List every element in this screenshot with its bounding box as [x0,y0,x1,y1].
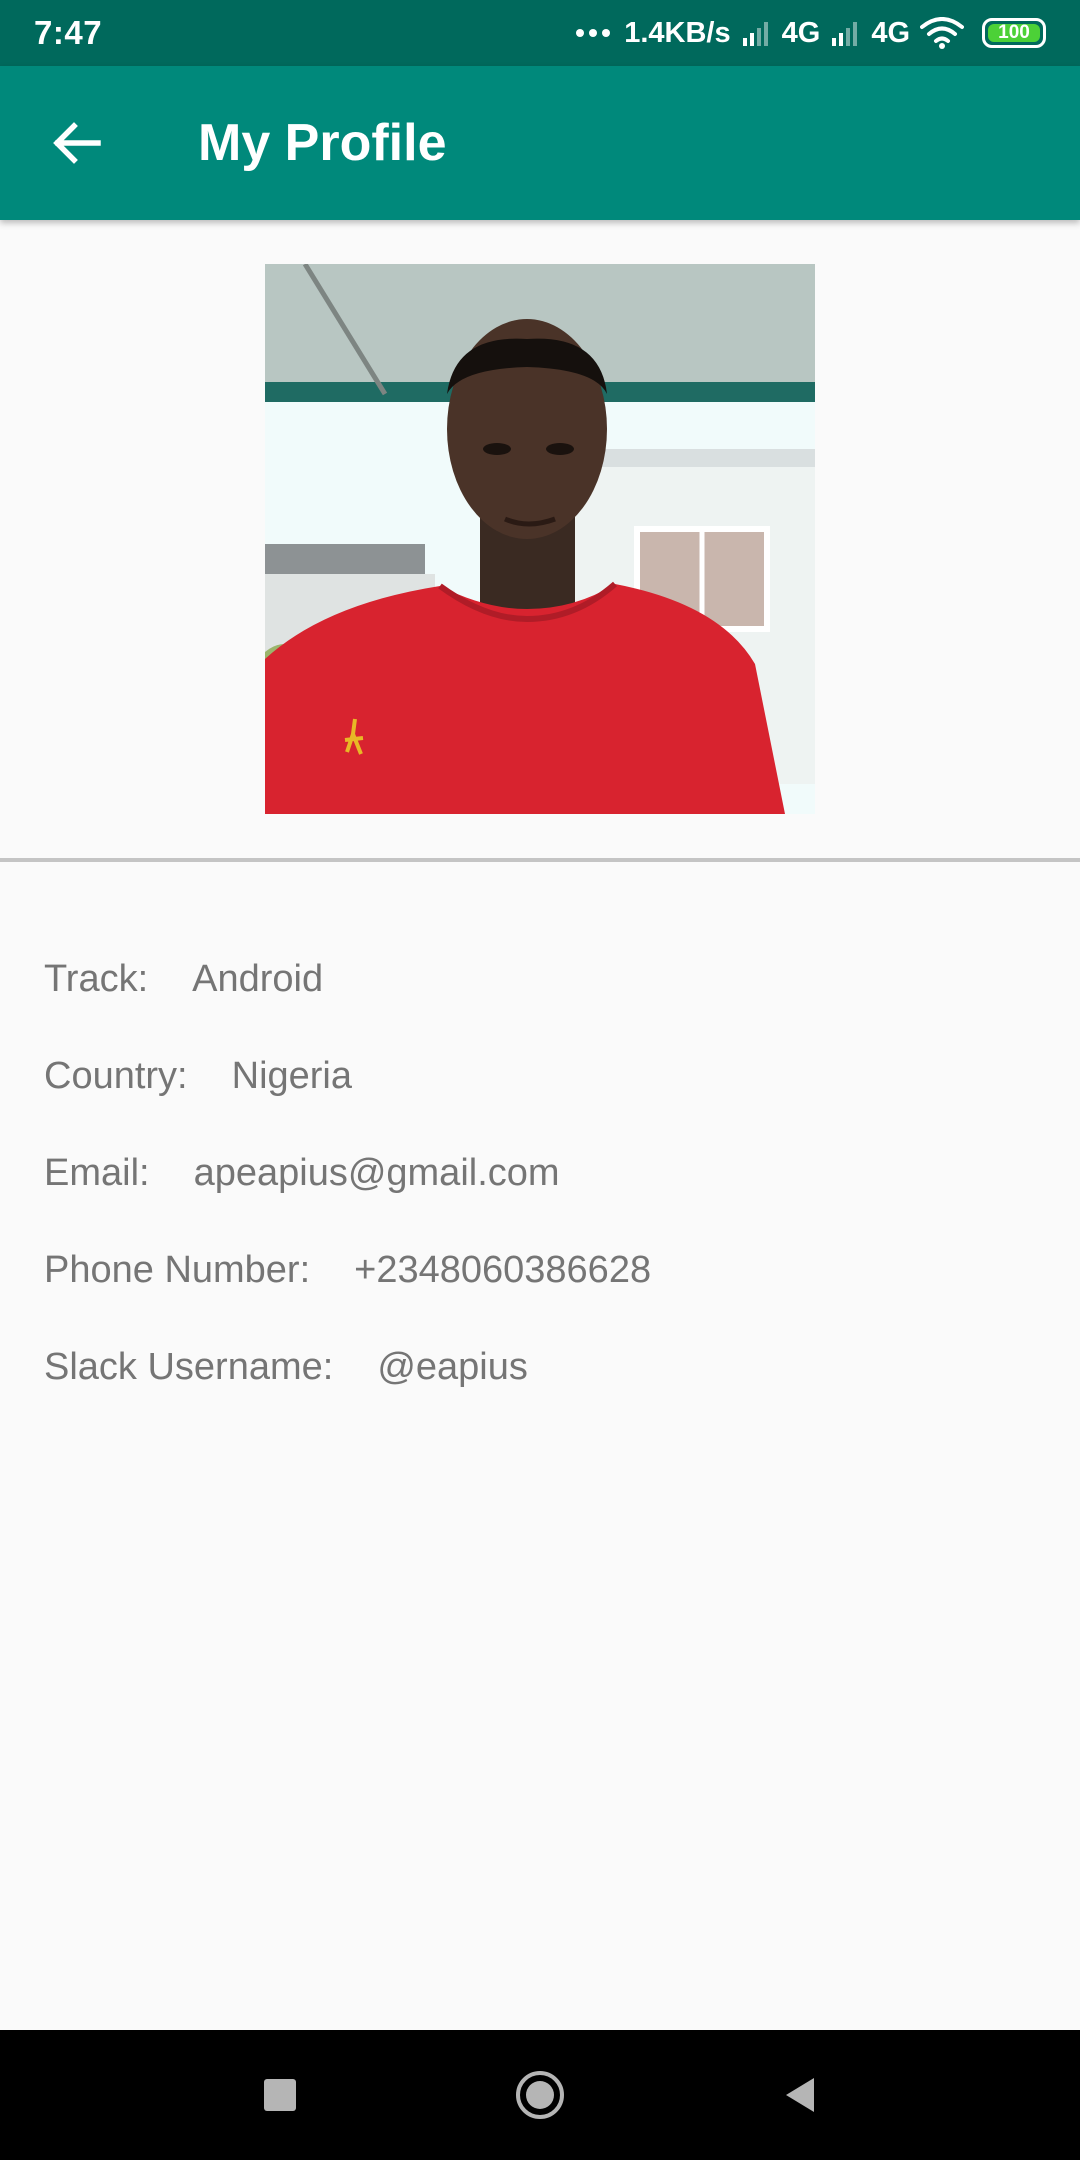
status-bar: 7:47 1.4KB/s 4G 4G 100 [0,0,1080,66]
back-nav-button[interactable] [760,2055,840,2135]
profile-details: Track: Android Country: Nigeria Email: a… [44,958,651,1443]
page-title: My Profile [198,114,447,172]
square-icon [264,2079,296,2111]
signal-icon [742,20,768,46]
network-type-2: 4G [871,16,910,49]
arrow-left-icon [53,122,101,164]
circle-icon [516,2071,564,2119]
network-speed: 1.4KB/s [624,16,731,49]
status-indicators: 1.4KB/s 4G 4G 100 [576,17,1046,50]
triangle-back-icon [786,2078,814,2112]
detail-value: Android [192,958,324,1000]
app-bar: My Profile [0,66,1080,220]
detail-row-track: Track: Android [44,958,651,1055]
status-time: 7:47 [34,14,103,51]
system-nav-bar [0,2030,1080,2160]
detail-row-country: Country: Nigeria [44,1055,651,1152]
recents-button[interactable] [240,2055,320,2135]
notification-dots-icon [576,29,611,37]
detail-value: Nigeria [231,1055,353,1097]
battery-icon: 100 [982,18,1046,48]
signal-icon [832,20,858,46]
battery-level: 100 [998,22,1030,43]
wifi-icon [920,17,964,49]
home-button[interactable] [500,2055,580,2135]
back-button[interactable] [42,108,112,178]
profile-photo [265,264,815,814]
detail-value: +2348060386628 [354,1249,652,1291]
detail-label: Slack Username: [44,1346,334,1388]
detail-label: Track: [44,958,149,1000]
detail-label: Country: [44,1055,188,1097]
detail-row-phone: Phone Number: +2348060386628 [44,1249,651,1346]
detail-value: apeapius@gmail.com [193,1152,560,1194]
divider [0,858,1080,862]
detail-row-email: Email: apeapius@gmail.com [44,1152,651,1249]
detail-value: @eapius [377,1346,528,1388]
detail-row-slack: Slack Username: @eapius [44,1346,651,1443]
network-type-1: 4G [781,16,821,49]
detail-label: Email: [44,1152,150,1194]
detail-label: Phone Number: [44,1249,311,1291]
screen: 7:47 1.4KB/s 4G 4G 100 My Profile Track:… [0,0,1080,2160]
